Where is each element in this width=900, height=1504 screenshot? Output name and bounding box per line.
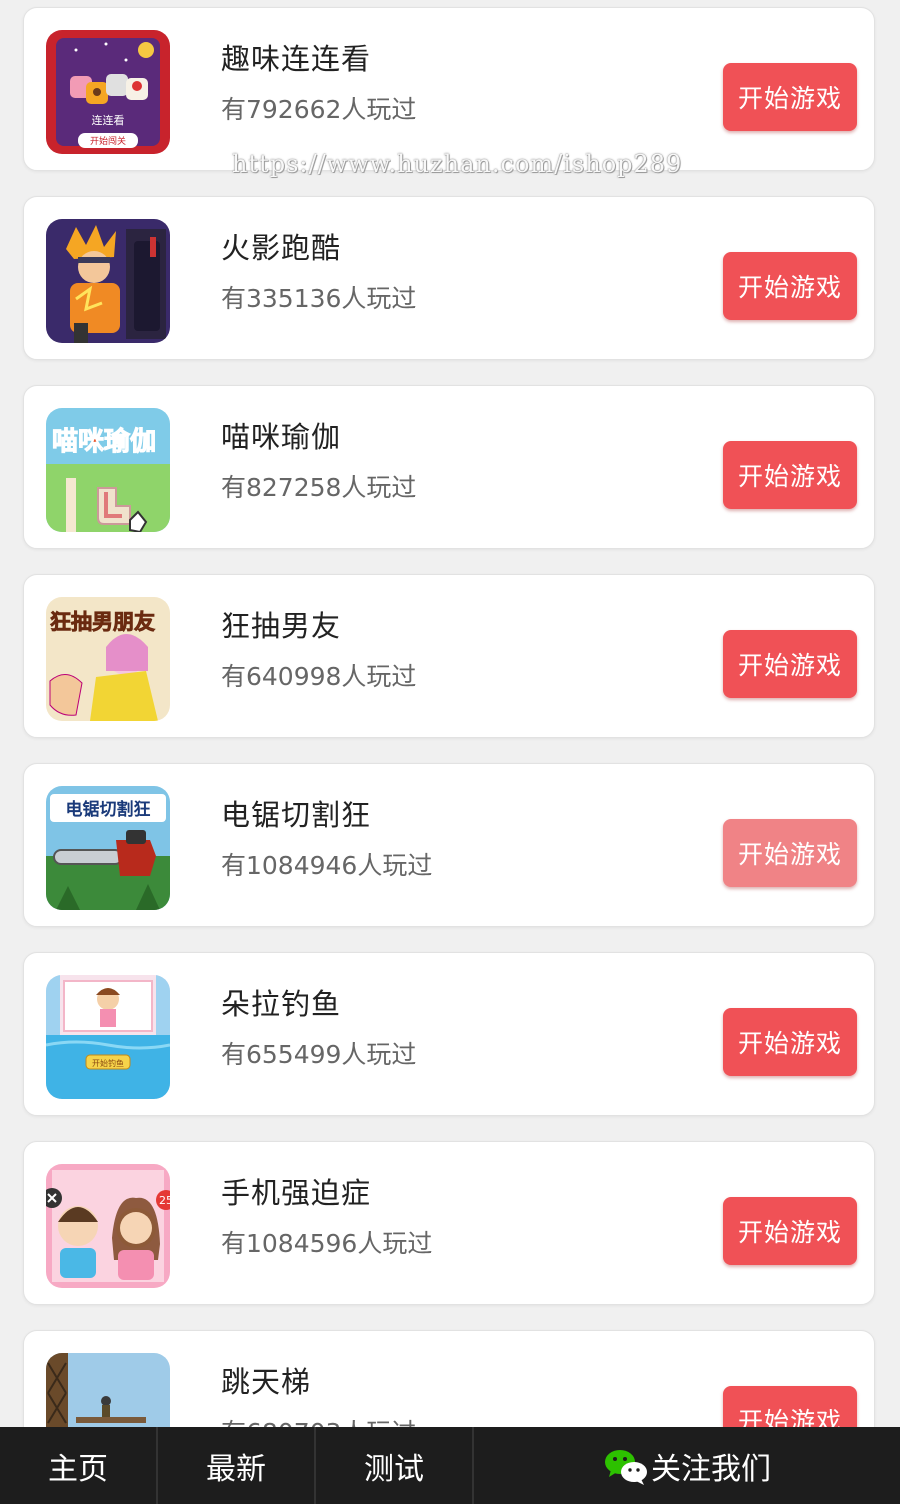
play-count: 有792662人玩过 [221, 95, 417, 124]
game-thumbnail-lianliankan[interactable]: 连连看 开始闯关 [46, 30, 170, 154]
game-card[interactable]: 狂抽男朋友 狂抽男友 有640998人玩过 开始游戏 [23, 574, 875, 738]
thumb-caption: 连连看 [92, 113, 125, 127]
game-title: 跳天梯 [221, 1365, 312, 1399]
game-title: 喵咪瑜伽 [221, 420, 342, 454]
start-game-button[interactable]: 开始游戏 [723, 441, 857, 509]
naruto-thumbnail-image [46, 219, 170, 343]
play-count: 有1084946人玩过 [221, 851, 433, 880]
start-game-button[interactable]: 开始游戏 [723, 1197, 857, 1265]
game-card[interactable]: 25 手机强迫症 有1084596人玩过 开始游戏 [23, 1141, 875, 1305]
play-count: 有640998人玩过 [221, 662, 417, 691]
thumb-caption: 喵咪瑜伽 [52, 426, 156, 457]
game-title: 朵拉钓鱼 [221, 987, 342, 1021]
game-thumbnail-slap-boyfriend[interactable]: 狂抽男朋友 [46, 597, 170, 721]
game-card[interactable]: 电锯切割狂 电锯切割狂 有1084946人玩过 开始游戏 [23, 763, 875, 927]
start-game-button[interactable]: 开始游戏 [723, 63, 857, 131]
game-card[interactable]: 连连看 开始闯关 趣味连连看 有792662人玩过 开始游戏 [23, 7, 875, 171]
game-title: 火影跑酷 [221, 231, 342, 265]
tab-latest[interactable]: 最新 [158, 1427, 316, 1504]
game-title: 手机强迫症 [221, 1176, 372, 1210]
game-thumbnail-phone-ocd[interactable]: 25 [46, 1164, 170, 1288]
game-title: 电锯切割狂 [221, 798, 372, 832]
game-thumbnail-naruto[interactable] [46, 219, 170, 343]
game-card[interactable]: 开始钓鱼 朵拉钓鱼 有655499人玩过 开始游戏 [23, 952, 875, 1116]
play-count: 有827258人玩过 [221, 473, 417, 502]
play-count: 有335136人玩过 [221, 284, 417, 313]
start-game-button[interactable]: 开始游戏 [723, 252, 857, 320]
thumb-caption: 电锯切割狂 [66, 799, 151, 820]
bottom-tab-bar: 主页 最新 测试 关注我们 [0, 1427, 900, 1504]
game-thumbnail-dora-fishing[interactable]: 开始钓鱼 [46, 975, 170, 1099]
game-title: 趣味连连看 [221, 42, 372, 76]
tab-follow-us[interactable]: 关注我们 [474, 1427, 900, 1504]
game-thumbnail-cat-yoga[interactable]: 喵咪瑜伽 [46, 408, 170, 532]
start-game-button[interactable]: 开始游戏 [723, 819, 857, 887]
start-game-button[interactable]: 开始游戏 [723, 630, 857, 698]
game-card[interactable]: 火影跑酷 有335136人玩过 开始游戏 [23, 196, 875, 360]
dora-fishing-thumbnail-image: 开始钓鱼 [46, 975, 170, 1099]
thumb-badge: 25 [159, 1194, 170, 1207]
phone-ocd-thumbnail-image: 25 [46, 1164, 170, 1288]
game-title: 狂抽男友 [221, 609, 342, 643]
play-count: 有655499人玩过 [221, 1040, 417, 1069]
start-game-button[interactable]: 开始游戏 [723, 1008, 857, 1076]
tab-follow-us-label: 关注我们 [651, 1451, 771, 1487]
thumb-caption: 狂抽男朋友 [50, 610, 155, 634]
wechat-icon [603, 1446, 649, 1486]
slap-boyfriend-thumbnail-image: 狂抽男朋友 [46, 597, 170, 721]
thumb-caption: 开始钓鱼 [92, 1058, 124, 1068]
tab-test[interactable]: 测试 [316, 1427, 474, 1504]
game-card[interactable]: 喵咪瑜伽 喵咪瑜伽 有827258人玩过 开始游戏 [23, 385, 875, 549]
thumb-sub-caption: 开始闯关 [90, 135, 126, 147]
lianliankan-thumbnail-image: 连连看 开始闯关 [46, 30, 170, 154]
play-count: 有1084596人玩过 [221, 1229, 433, 1258]
tab-home[interactable]: 主页 [0, 1427, 158, 1504]
cat-yoga-thumbnail-image: 喵咪瑜伽 [46, 408, 170, 532]
game-thumbnail-chainsaw[interactable]: 电锯切割狂 [46, 786, 170, 910]
chainsaw-thumbnail-image: 电锯切割狂 [46, 786, 170, 910]
